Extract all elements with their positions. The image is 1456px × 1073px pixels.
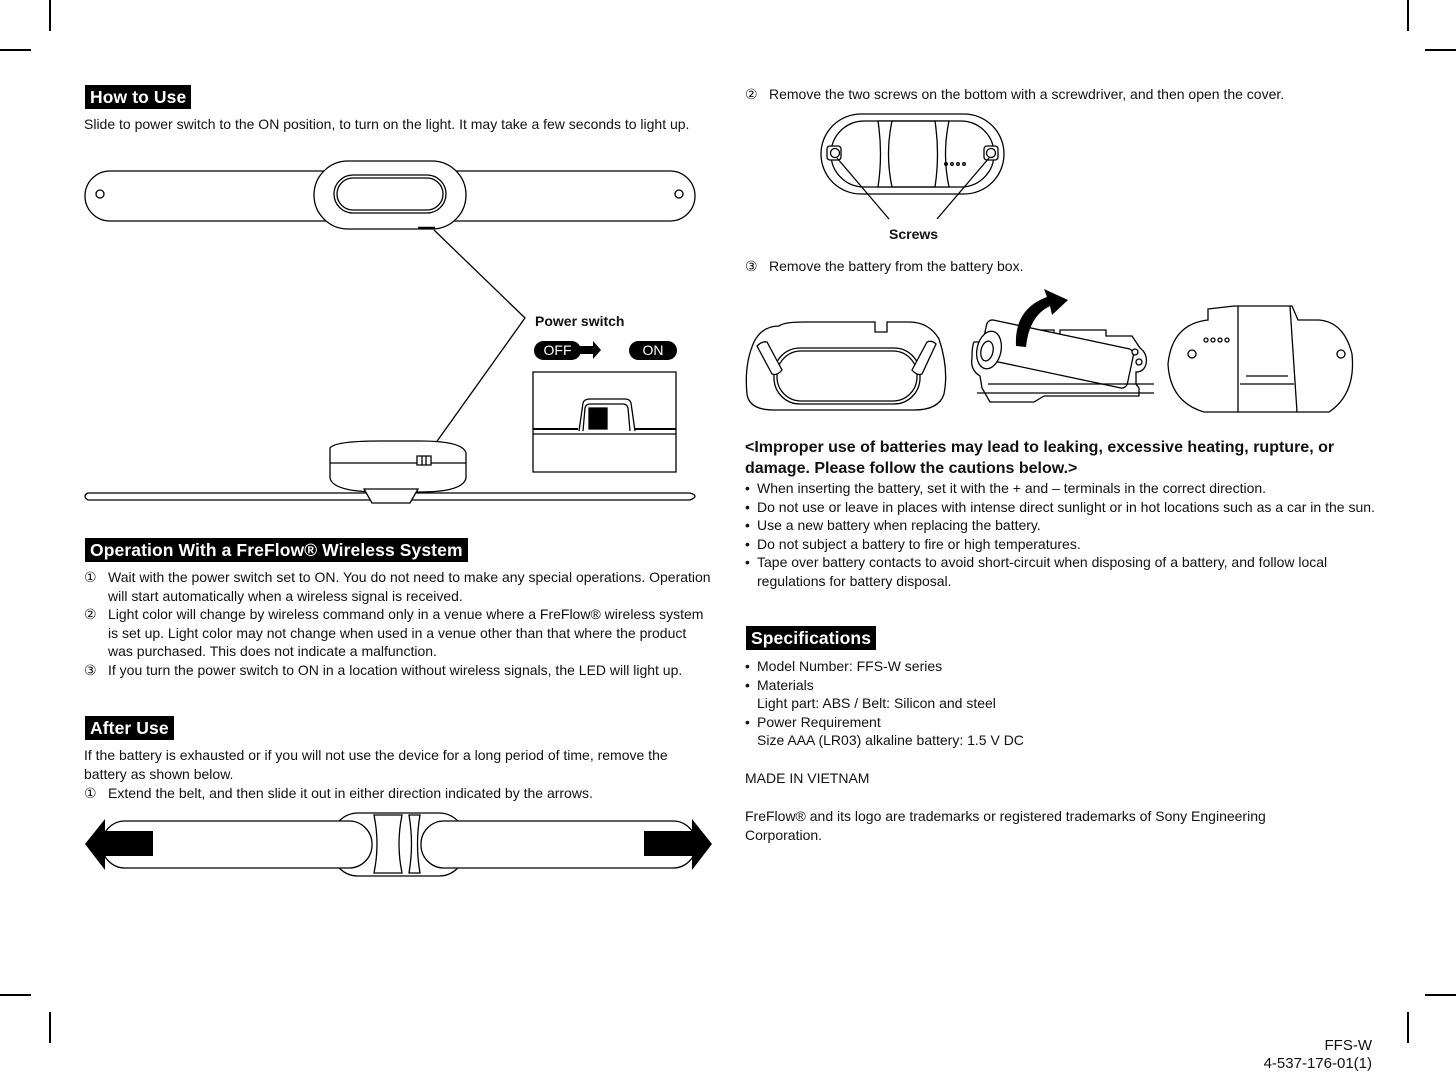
screws-illustration [815, 108, 1015, 223]
crop-mark-br-h [1425, 994, 1456, 996]
step-number: ③ [745, 258, 758, 274]
crop-mark-bl-h [0, 994, 31, 996]
spec-list: Model Number: FFS-W series Materials Lig… [745, 657, 1375, 750]
power-switch-label: Power switch [535, 313, 625, 329]
removal-step-2: ② Remove the two screws on the bottom wit… [745, 85, 1385, 104]
screw-right-icon [987, 149, 996, 158]
footer-part-number: 4-537-176-01(1) [1263, 1055, 1372, 1072]
step-text: Wait with the power switch set to ON. Yo… [108, 569, 711, 604]
crop-mark-tl-h [0, 49, 31, 51]
crop-mark-tr-v [1407, 0, 1409, 31]
spec-materials-label: Materials [745, 676, 1375, 695]
operation-step: ② Light color will change by wireless com… [84, 605, 714, 661]
step-number: ② [84, 606, 97, 622]
operation-step: ① Wait with the power switch set to ON. Y… [84, 568, 714, 605]
step-number: ② [745, 86, 758, 102]
crop-mark-tl-v [49, 0, 51, 31]
switch-knob [589, 408, 607, 429]
step-text: Remove the battery from the battery box. [769, 258, 1024, 274]
crop-mark-br-v [1407, 1012, 1409, 1043]
spec-power-label: Power Requirement [745, 713, 1375, 732]
caution-item: Do not subject a battery to fire or high… [745, 535, 1375, 554]
operation-step: ③ If you turn the power switch to ON in a… [84, 661, 714, 680]
off-label-pill: OFF [534, 341, 581, 360]
after-use-steps: ① Extend the belt, and then slide it out … [84, 784, 714, 803]
spec-model: Model Number: FFS-W series [745, 657, 1375, 676]
after-use-step: ① Extend the belt, and then slide it out … [84, 784, 714, 803]
caution-item: When inserting the battery, set it with … [745, 479, 1375, 498]
section-heading-after-use: After Use [85, 716, 174, 740]
caution-title: <Improper use of batteries may lead to l… [745, 439, 1335, 477]
screw-left-icon [831, 149, 840, 158]
device-body-bottom [330, 441, 466, 492]
spec-materials-value: Light part: ABS / Belt: Silicon and stee… [757, 695, 996, 711]
spec-power-value: Size AAA (LR03) alkaline battery: 1.5 V … [757, 732, 1024, 748]
operation-steps: ① Wait with the power switch set to ON. Y… [84, 568, 714, 679]
step-text: If you turn the power switch to ON in a … [108, 661, 683, 678]
power-switch-leader-line [425, 230, 525, 458]
step-text: Light color will change by wireless comm… [108, 606, 704, 659]
caution-list: When inserting the battery, set it with … [745, 479, 1375, 590]
crop-mark-bl-v [49, 1012, 51, 1043]
section-heading-how-to-use: How to Use [85, 85, 192, 109]
caution-item: Use a new battery when replacing the bat… [745, 516, 1375, 535]
belt-extend-illustration [85, 810, 712, 880]
step-number: ③ [84, 661, 97, 678]
how-to-use-text: Slide to power switch to the ON position… [84, 116, 690, 132]
removal-step-3: ③ Remove the battery from the battery box… [745, 257, 1385, 276]
crop-mark-tr-h [1425, 49, 1456, 51]
after-use-text: If the battery is exhausted or if you wi… [84, 747, 668, 782]
battery-box-illustration [744, 289, 1364, 414]
footer-model: FFS-W [1324, 1037, 1372, 1054]
belt-hole-left [96, 190, 104, 198]
caution-item: Tape over battery contacts to avoid shor… [745, 553, 1375, 590]
on-label-pill: ON [629, 341, 677, 360]
belt-hole-right [675, 190, 683, 198]
step-number: ① [84, 569, 97, 585]
trademark-text: FreFlow® and its logo are trademarks or … [745, 808, 1266, 843]
section-heading-specifications: Specifications [746, 626, 877, 650]
step-text: Extend the belt, and then slide it out i… [108, 785, 593, 801]
removal-step: ③ Remove the battery from the battery box… [745, 257, 1385, 276]
footer-doc-id: FFS-W 4-537-176-01(1) [1264, 1037, 1372, 1073]
belt-clip [374, 815, 402, 873]
step-text: Remove the two screws on the bottom with… [769, 86, 1285, 102]
caution-item: Do not use or leave in places with inten… [745, 498, 1375, 517]
removal-step: ② Remove the two screws on the bottom wit… [745, 85, 1385, 104]
origin-text: MADE IN VIETNAM [745, 770, 870, 786]
step-number: ① [84, 785, 97, 801]
screws-label: Screws [889, 226, 939, 242]
device-illustration [80, 158, 720, 510]
device-underside [1168, 306, 1353, 412]
section-heading-operation: Operation With a FreFlow® Wireless Syste… [85, 538, 468, 562]
